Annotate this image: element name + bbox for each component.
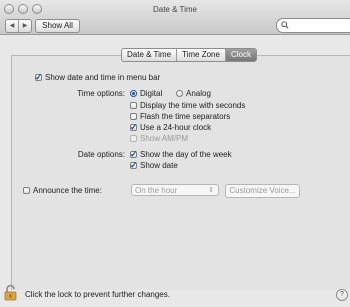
digital-radio[interactable] xyxy=(130,90,137,97)
search-field[interactable] xyxy=(276,18,350,33)
flash-separators-row[interactable]: Flash the time separators xyxy=(130,112,230,121)
show-day-label: Show the day of the week xyxy=(140,150,232,159)
digital-option[interactable]: Digital xyxy=(130,89,162,98)
display-seconds-checkbox[interactable] xyxy=(130,102,137,109)
show-day-checkbox[interactable] xyxy=(130,149,138,160)
tab-time-zone[interactable]: Time Zone xyxy=(176,49,225,61)
analog-radio[interactable] xyxy=(176,90,183,97)
analog-option[interactable]: Analog xyxy=(176,89,211,98)
display-seconds-row[interactable]: Display the time with seconds xyxy=(130,101,245,110)
announce-interval-value: On the hour xyxy=(135,186,178,195)
updown-chevron-icon: ⇕ xyxy=(208,187,214,194)
show-day-row[interactable]: Show the day of the week xyxy=(130,149,232,160)
flash-separators-label: Flash the time separators xyxy=(140,112,231,121)
show-menu-bar-label: Show date and time in menu bar xyxy=(45,73,161,82)
show-date-row[interactable]: Show date xyxy=(130,160,178,171)
nav-buttons: ◀ ▶ xyxy=(5,19,32,33)
announce-interval-select: On the hour ⇕ xyxy=(131,184,219,196)
tab-clock[interactable]: Clock xyxy=(224,49,256,61)
use-24-hour-row[interactable]: Use a 24-hour clock xyxy=(130,122,212,133)
help-icon[interactable]: ? xyxy=(336,289,348,301)
title-bar: Date & Time ◀ ▶ Show All xyxy=(0,0,350,35)
analog-label: Analog xyxy=(186,89,211,98)
show-ampm-row: Show AM/PM xyxy=(130,134,188,143)
flash-separators-checkbox[interactable] xyxy=(130,113,137,120)
tab-bar: Date & Time Time Zone Clock xyxy=(121,48,257,62)
footer: Click the lock to prevent further change… xyxy=(0,281,350,307)
display-seconds-label: Display the time with seconds xyxy=(140,101,246,110)
customize-voice-button: Customize Voice... xyxy=(225,184,300,198)
show-date-checkbox[interactable] xyxy=(130,160,138,171)
forward-button[interactable]: ▶ xyxy=(18,20,31,32)
window-title: Date & Time xyxy=(152,5,197,14)
tab-date-time[interactable]: Date & Time xyxy=(122,49,176,61)
show-menu-bar-checkbox[interactable] xyxy=(35,72,43,83)
announce-time-checkbox[interactable] xyxy=(23,187,30,194)
use-24-hour-label: Use a 24-hour clock xyxy=(140,123,212,132)
announce-time-label: Announce the time: xyxy=(33,186,102,195)
search-icon xyxy=(281,21,289,29)
show-all-button[interactable]: Show All xyxy=(35,19,80,33)
show-ampm-checkbox xyxy=(130,135,137,142)
time-options-label: Time options: xyxy=(77,89,125,98)
digital-label: Digital xyxy=(140,89,163,98)
show-menu-bar-row[interactable]: Show date and time in menu bar xyxy=(35,72,161,83)
announce-time-row[interactable]: Announce the time: xyxy=(23,186,102,195)
use-24-hour-checkbox[interactable] xyxy=(130,122,138,133)
lock-message: Click the lock to prevent further change… xyxy=(25,290,170,299)
back-button[interactable]: ◀ xyxy=(6,20,18,32)
show-ampm-label: Show AM/PM xyxy=(140,134,189,143)
lock-icon[interactable] xyxy=(4,284,17,301)
date-options-label: Date options: xyxy=(77,150,125,159)
preferences-window: Date & Time ◀ ▶ Show All Date & Time Tim… xyxy=(0,0,350,307)
show-date-label: Show date xyxy=(140,161,178,170)
